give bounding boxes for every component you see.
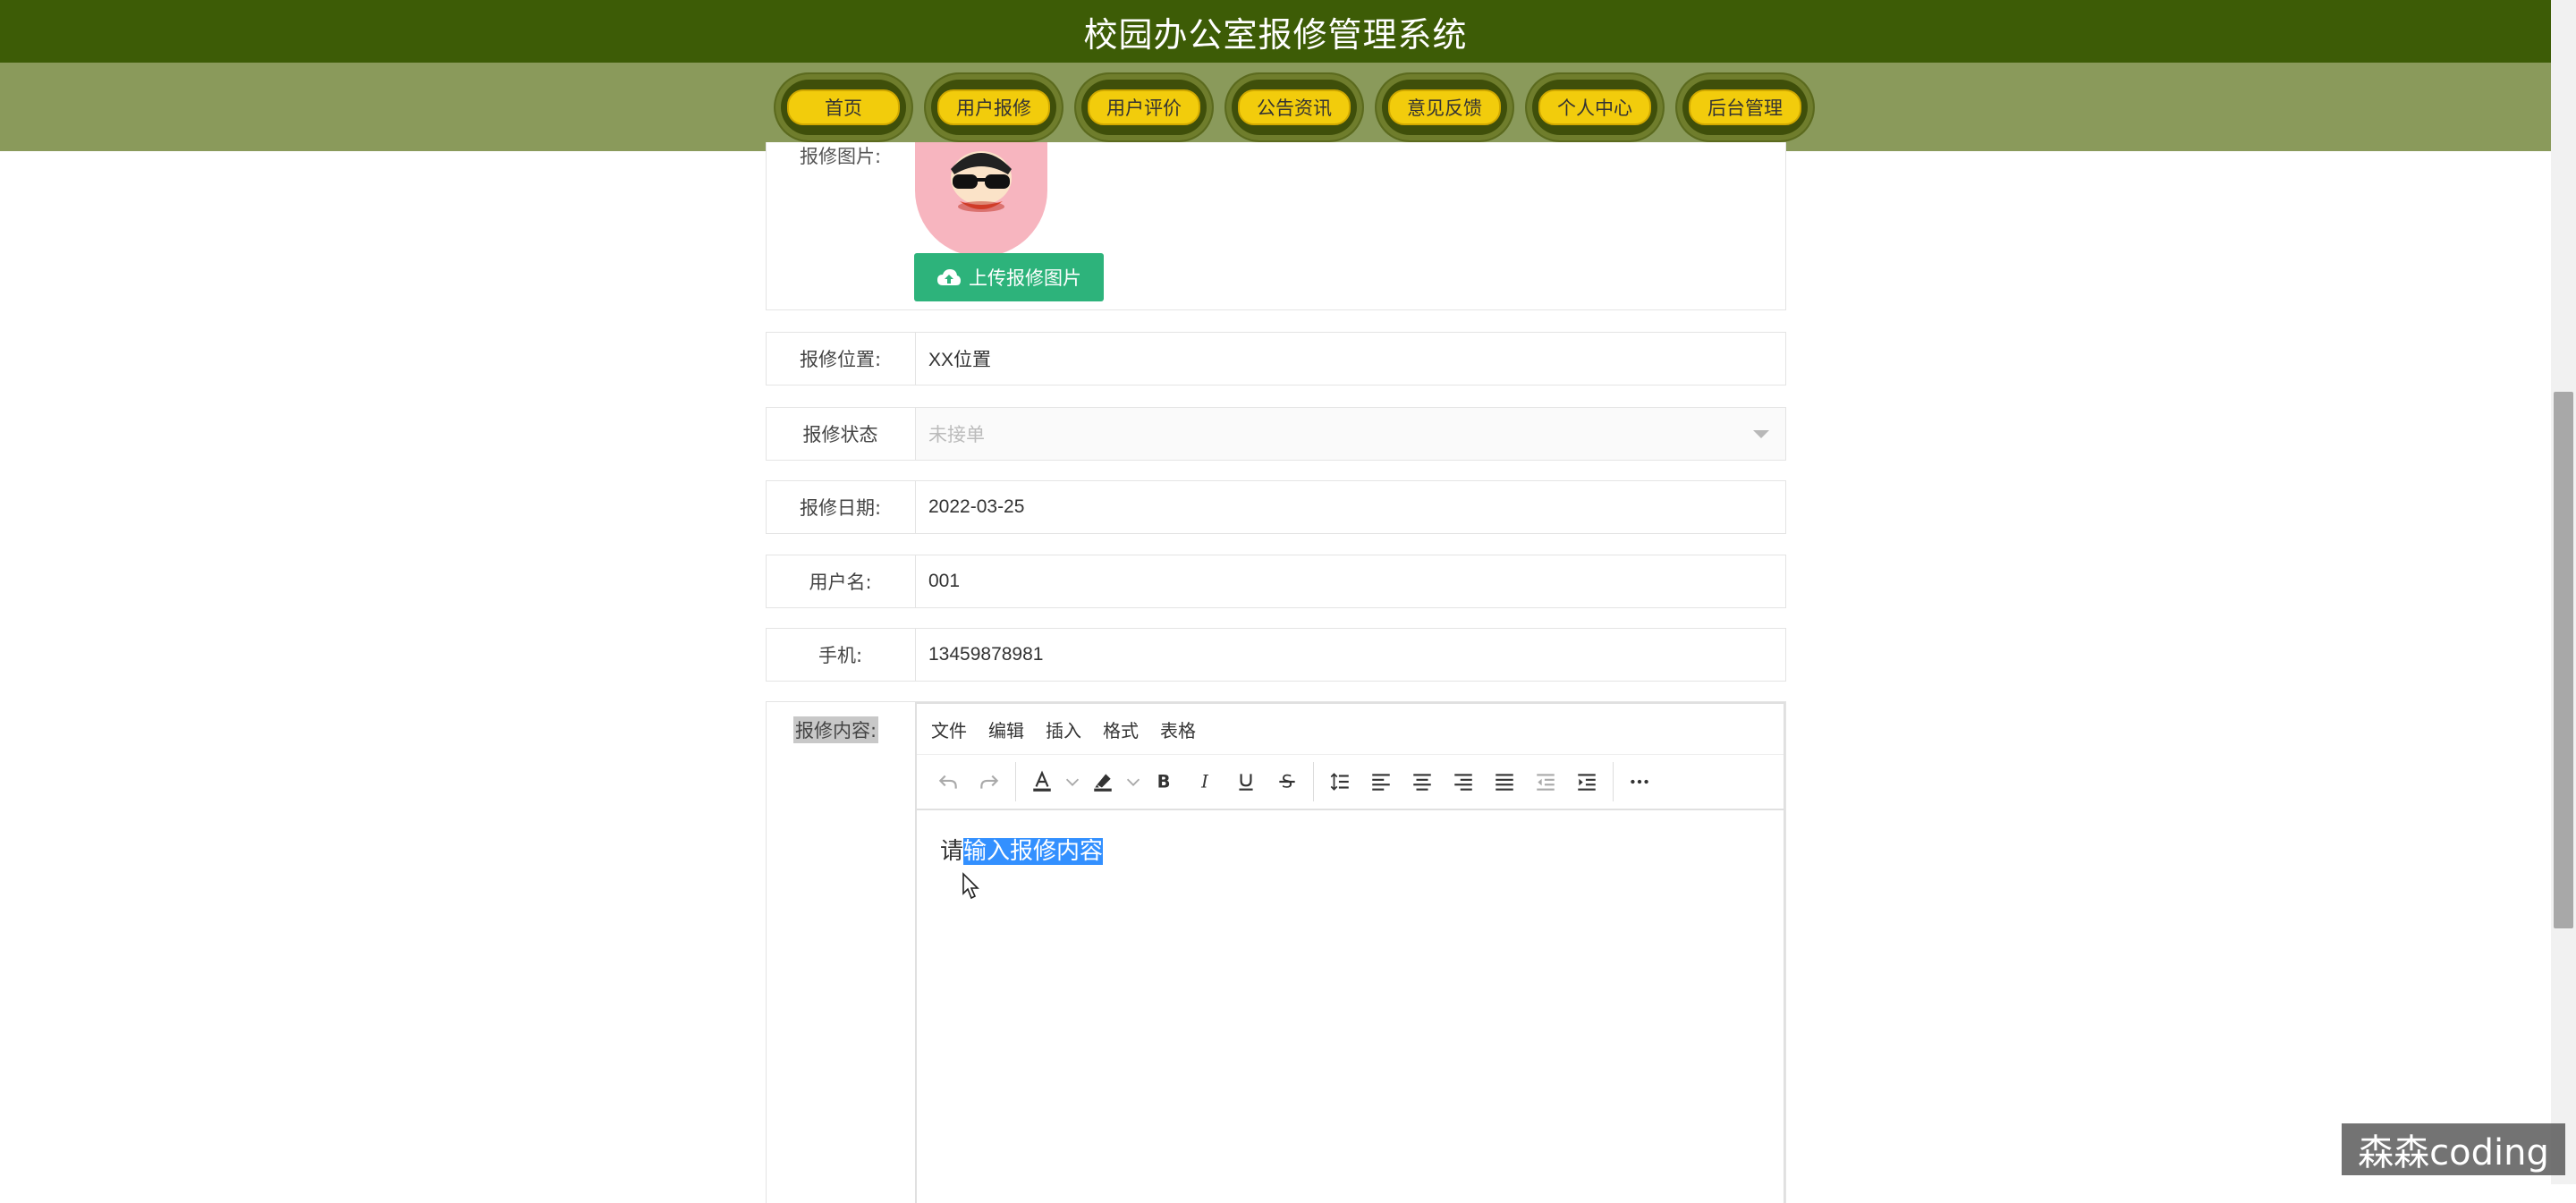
chevron-down-icon (1753, 430, 1769, 438)
content-label: 报修内容: (793, 716, 879, 743)
site-title: 校园办公室报修管理系统 (1083, 14, 1468, 55)
underline-icon[interactable] (1225, 761, 1267, 802)
video-watermark: 森森coding (2342, 1123, 2565, 1175)
phone-label: 手机: (818, 645, 863, 666)
nav-announcements-label: 公告资讯 (1238, 89, 1351, 125)
cloud-upload-icon (937, 269, 961, 285)
menu-insert[interactable]: 插入 (1046, 716, 1081, 742)
location-input[interactable]: XX位置 (915, 333, 1785, 385)
date-label: 报修日期: (799, 497, 882, 519)
align-left-icon[interactable] (1360, 761, 1402, 802)
phone-input[interactable]: 13459878981 (915, 629, 1785, 681)
rich-text-editor: 文件 编辑 插入 格式 表格 B I S 请输入报修内容 (915, 702, 1785, 1203)
image-field-row: 报修图片: 上传报修图片 (766, 142, 1786, 310)
text-color-dropdown-icon[interactable] (1063, 761, 1082, 802)
nav-feedback[interactable]: 意见反馈 (1377, 73, 1513, 140)
align-justify-icon[interactable] (1484, 761, 1525, 802)
line-height-icon[interactable] (1319, 761, 1360, 802)
nav-announcements[interactable]: 公告资讯 (1226, 73, 1362, 140)
scrollbar-thumb[interactable] (2554, 392, 2573, 928)
username-field-row: 用户名: 001 (766, 555, 1786, 608)
bold-icon[interactable]: B (1143, 761, 1184, 802)
menu-table[interactable]: 表格 (1160, 716, 1196, 742)
menu-file[interactable]: 文件 (931, 716, 967, 742)
nav-user-review-label: 用户评价 (1088, 89, 1200, 125)
indent-icon[interactable] (1566, 761, 1607, 802)
editor-toolbar: B I S (917, 755, 1784, 810)
nav-admin[interactable]: 后台管理 (1677, 73, 1813, 140)
username-label: 用户名: (809, 572, 872, 593)
main-nav: 首页 用户报修 用户评价 公告资讯 意见反馈 个人中心 后台管理 (0, 63, 2551, 151)
status-label: 报修状态 (802, 424, 878, 445)
toolbar-divider (1613, 762, 1614, 801)
repair-image-preview[interactable] (915, 142, 1047, 257)
content-text-plain: 请 (940, 838, 964, 865)
svg-text:I: I (1200, 772, 1209, 792)
nav-user-review[interactable]: 用户评价 (1076, 73, 1212, 140)
toolbar-divider (1015, 762, 1016, 801)
toolbar-divider (1313, 762, 1314, 801)
location-label: 报修位置: (799, 349, 882, 370)
editor-menubar: 文件 编辑 插入 格式 表格 (917, 704, 1784, 755)
redo-icon[interactable] (969, 761, 1010, 802)
outdent-icon[interactable] (1525, 761, 1566, 802)
nav-home[interactable]: 首页 (775, 73, 911, 140)
text-color-icon[interactable] (1021, 761, 1063, 802)
image-field-label: 报修图片: (799, 146, 882, 167)
content-text-selected: 输入报修内容 (963, 838, 1104, 865)
mouse-pointer-icon (962, 872, 979, 900)
status-select-value: 未接单 (928, 425, 985, 445)
nav-feedback-label: 意见反馈 (1388, 89, 1501, 125)
date-input[interactable]: 2022-03-25 (915, 481, 1785, 533)
nav-user-repair[interactable]: 用户报修 (926, 73, 1062, 140)
highlight-color-icon[interactable] (1082, 761, 1123, 802)
upload-image-button[interactable]: 上传报修图片 (914, 253, 1104, 301)
page-scrollbar[interactable] (2551, 0, 2576, 1184)
menu-edit[interactable]: 编辑 (988, 716, 1024, 742)
editor-content-area[interactable]: 请输入报修内容 (917, 809, 1784, 1203)
upload-image-label: 上传报修图片 (969, 267, 1081, 289)
date-field-row: 报修日期: 2022-03-25 (766, 480, 1786, 534)
nav-home-label: 首页 (787, 89, 900, 125)
nav-admin-label: 后台管理 (1689, 89, 1801, 125)
undo-icon[interactable] (928, 761, 969, 802)
username-input[interactable]: 001 (915, 555, 1785, 607)
nav-user-repair-label: 用户报修 (937, 89, 1050, 125)
content-field-row: 报修内容: 文件 编辑 插入 格式 表格 B I S 请输入报修内容 (766, 701, 1786, 1203)
align-right-icon[interactable] (1443, 761, 1484, 802)
nav-personal-center-label: 个人中心 (1538, 89, 1651, 125)
status-field-row: 报修状态 未接单 (766, 407, 1786, 461)
menu-format[interactable]: 格式 (1103, 716, 1139, 742)
italic-icon[interactable]: I (1184, 761, 1225, 802)
status-select[interactable]: 未接单 (915, 408, 1785, 460)
nav-personal-center[interactable]: 个人中心 (1527, 73, 1663, 140)
strikethrough-icon[interactable]: S (1267, 761, 1308, 802)
align-center-icon[interactable] (1402, 761, 1443, 802)
title-bar: 校园办公室报修管理系统 (0, 0, 2551, 63)
more-icon[interactable] (1619, 761, 1660, 802)
svg-text:B: B (1157, 772, 1171, 792)
avatar-illustration (926, 142, 1037, 216)
highlight-dropdown-icon[interactable] (1123, 761, 1143, 802)
phone-field-row: 手机: 13459878981 (766, 628, 1786, 682)
location-field-row: 报修位置: XX位置 (766, 332, 1786, 385)
